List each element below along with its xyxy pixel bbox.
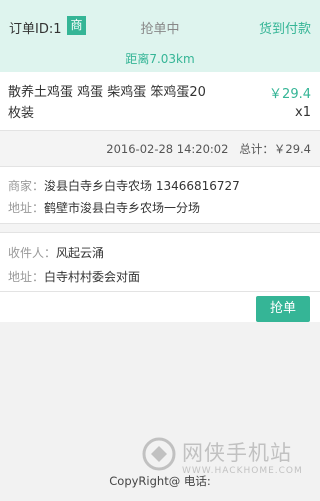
receiver-address-line: 地址：白寺村村委会对面 — [8, 268, 140, 285]
order-header-row: 订单ID:1 商 抢单中 货到付款 — [0, 16, 320, 38]
total-value: ￥29.4 — [273, 142, 311, 156]
order-header: 订单ID:1 商 抢单中 货到付款 距离7.03km — [0, 0, 320, 72]
watermark: 网侠手机站 WWW.HACKHOME.COM — [142, 429, 312, 479]
receiver-value: 风起云涌 — [56, 246, 105, 260]
total-label: 总计： — [239, 142, 274, 156]
merchant-address-line: 地址：鹤壁市浚县白寺乡农场一分场 — [8, 199, 200, 216]
watermark-text: 网侠手机站 — [182, 441, 292, 465]
receiver-info: 收件人：风起云涌 地址：白寺村村委会对面 — [0, 233, 320, 292]
merchant-label: 商家： — [8, 179, 45, 193]
payment-method: 货到付款 — [258, 22, 311, 37]
receiver-label: 收件人： — [8, 246, 57, 260]
order-meta-text: 2016-02-28 14:20:02 总计：￥29.4 — [106, 141, 311, 157]
receiver-address-label: 地址： — [8, 270, 45, 284]
order-meta: 2016-02-28 14:20:02 总计：￥29.4 — [0, 131, 320, 167]
merchant-info: 商家：浚县白寺乡白寺农场 13466816727 地址：鹤壁市浚县白寺乡农场一分… — [0, 167, 320, 224]
merchant-address-value: 鹤壁市浚县白寺乡农场一分场 — [44, 201, 201, 215]
watermark-logo-icon — [142, 437, 176, 471]
merchant-value: 浚县白寺乡白寺农场 13466816727 — [44, 179, 240, 193]
merchant-address-label: 地址： — [8, 201, 45, 215]
product-price: ￥29.4 — [269, 87, 311, 102]
product-item: 散养土鸡蛋 鸡蛋 柴鸡蛋 笨鸡蛋20枚装 ￥29.4 x1 — [0, 72, 320, 131]
grab-order-button[interactable]: 抢单 — [256, 296, 310, 322]
footer-copyright: CopyRight@ 电话: — [109, 474, 211, 488]
product-quantity: x1 — [295, 105, 311, 120]
section-divider — [0, 224, 320, 233]
receiver-line: 收件人：风起云涌 — [8, 244, 104, 261]
receiver-address-value: 白寺村村委会对面 — [44, 270, 141, 284]
distance-text: 距离7.03km — [125, 52, 195, 66]
order-datetime: 2016-02-28 14:20:02 — [106, 142, 229, 156]
product-name: 散养土鸡蛋 鸡蛋 柴鸡蛋 笨鸡蛋20枚装 — [8, 85, 206, 121]
merchant-line: 商家：浚县白寺乡白寺农场 13466816727 — [8, 177, 240, 194]
